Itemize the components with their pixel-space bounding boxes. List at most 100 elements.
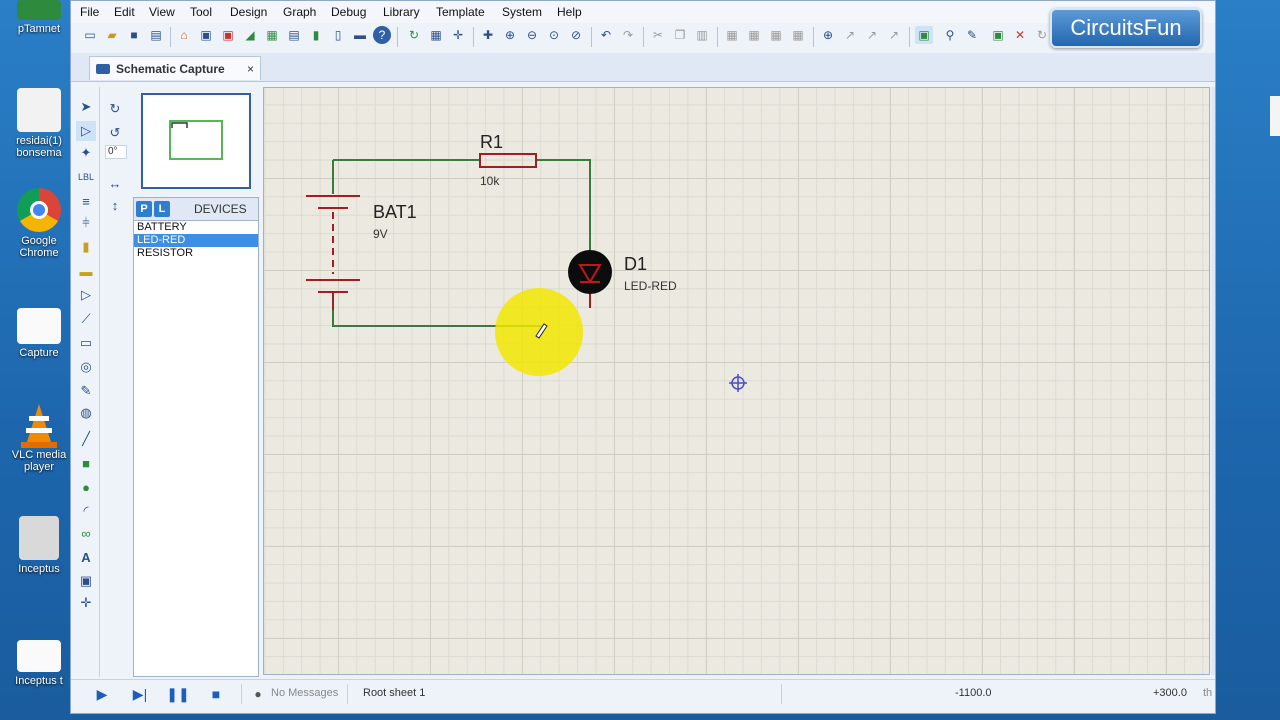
wire-label-icon[interactable]: LBL: [76, 167, 96, 187]
origin-icon[interactable]: ✛: [449, 26, 467, 44]
package-tool-icon[interactable]: ↗: [863, 26, 881, 44]
device-pins-icon[interactable]: ▷: [76, 285, 96, 305]
exit-to-parent-icon[interactable]: ↻: [1033, 26, 1051, 44]
menu-debug[interactable]: Debug: [331, 5, 366, 19]
search-icon[interactable]: ⚲: [941, 26, 959, 44]
menu-edit[interactable]: Edit: [114, 5, 135, 19]
zoom-area-icon[interactable]: ⊘: [567, 26, 585, 44]
open-folder-icon[interactable]: ▰: [103, 26, 121, 44]
rotate-clockwise-icon[interactable]: ↻: [105, 99, 125, 119]
gerber-icon[interactable]: ▦: [263, 26, 281, 44]
refresh-icon[interactable]: ↻: [405, 26, 423, 44]
menu-view[interactable]: View: [149, 5, 175, 19]
box-icon[interactable]: ■: [76, 453, 96, 473]
3d-view-icon[interactable]: ◢: [241, 26, 259, 44]
zoom-all-icon[interactable]: ⊙: [545, 26, 563, 44]
pan-icon[interactable]: ✚: [479, 26, 497, 44]
new-sheet-icon[interactable]: ▣: [989, 26, 1007, 44]
mirror-y-icon[interactable]: ↕: [105, 195, 125, 215]
step-icon[interactable]: ▶|: [131, 685, 149, 703]
device-item-resistor[interactable]: RESISTOR: [134, 247, 258, 260]
device-item-led-red[interactable]: LED-RED: [134, 234, 258, 247]
text-icon[interactable]: A: [76, 547, 96, 567]
tab-schematic-capture[interactable]: Schematic Capture ×: [89, 56, 261, 80]
menu-file[interactable]: File: [80, 5, 99, 19]
cut-icon[interactable]: ✂: [649, 26, 667, 44]
decompose-icon[interactable]: ↗: [885, 26, 903, 44]
block-delete-icon[interactable]: ▦: [789, 26, 807, 44]
pause-icon[interactable]: ❚❚: [166, 685, 189, 703]
menu-tool[interactable]: Tool: [190, 5, 212, 19]
menu-template[interactable]: Template: [436, 5, 485, 19]
buses-icon[interactable]: ⫩: [76, 213, 96, 233]
terminals-icon[interactable]: ▬: [76, 261, 96, 281]
virtual-instruments-icon[interactable]: ◍: [76, 403, 96, 423]
undo-icon[interactable]: ↶: [597, 26, 615, 44]
vertical-scrollbar[interactable]: [1211, 87, 1215, 675]
zoom-out-icon[interactable]: ⊖: [523, 26, 541, 44]
desktop-icon-1[interactable]: pTamnet: [6, 0, 72, 35]
text-script-icon[interactable]: ≡: [76, 191, 96, 211]
desktop-icon-doc[interactable]: Inceptus t: [6, 640, 72, 687]
schematic-icon[interactable]: ▣: [197, 26, 215, 44]
generator-mode-icon[interactable]: ◎: [76, 357, 96, 377]
copy-icon[interactable]: ❐: [671, 26, 689, 44]
mirror-x-icon[interactable]: ↔: [105, 173, 125, 193]
desktop-icon-inceptus[interactable]: Inceptus: [6, 516, 72, 575]
stop-icon[interactable]: ■: [207, 685, 225, 703]
subcircuit-icon[interactable]: ▮: [76, 237, 96, 257]
remove-sheet-icon[interactable]: ✕: [1011, 26, 1029, 44]
voltage-probe-icon[interactable]: ✎: [76, 381, 96, 401]
notes-icon[interactable]: ▯: [329, 26, 347, 44]
component-mode-icon[interactable]: ▷: [76, 121, 96, 141]
pick-device-icon[interactable]: ⊕: [819, 26, 837, 44]
desktop-icon-capture[interactable]: Capture: [6, 308, 72, 359]
import-icon[interactable]: ▤: [147, 26, 165, 44]
block-move-icon[interactable]: ▦: [745, 26, 763, 44]
desktop-icon-2[interactable]: residai(1) bonsema: [6, 88, 72, 159]
line-icon[interactable]: ╱: [76, 429, 96, 449]
source-code-icon[interactable]: ▮: [307, 26, 325, 44]
menu-graph[interactable]: Graph: [283, 5, 316, 19]
circle-icon[interactable]: ●: [76, 477, 96, 497]
zoom-in-icon[interactable]: ⊕: [501, 26, 519, 44]
device-item-battery[interactable]: BATTERY: [134, 221, 258, 234]
menu-library[interactable]: Library: [383, 5, 420, 19]
redo-icon[interactable]: ↷: [619, 26, 637, 44]
new-file-icon[interactable]: ▭: [81, 26, 99, 44]
make-device-icon[interactable]: ↗: [841, 26, 859, 44]
pick-devices-button[interactable]: P: [136, 201, 152, 217]
property-assign-icon[interactable]: ✎: [963, 26, 981, 44]
menu-design[interactable]: Design: [230, 5, 267, 19]
selection-mode-icon[interactable]: ➤: [76, 97, 96, 117]
design-explorer-icon[interactable]: ▬: [351, 26, 369, 44]
grid-icon[interactable]: ▦: [427, 26, 445, 44]
desktop-icon-vlc[interactable]: VLC media player: [6, 402, 72, 473]
home-icon[interactable]: ⌂: [175, 26, 193, 44]
path-icon[interactable]: ∞: [76, 523, 96, 543]
tape-recorder-icon[interactable]: ▭: [76, 333, 96, 353]
close-icon[interactable]: ×: [247, 62, 254, 76]
pcb-icon[interactable]: ▣: [219, 26, 237, 44]
graph-mode-icon[interactable]: ⟋: [76, 309, 96, 329]
play-icon[interactable]: ▶: [93, 685, 111, 703]
block-copy-icon[interactable]: ▦: [723, 26, 741, 44]
bom-icon[interactable]: ▤: [285, 26, 303, 44]
help-icon[interactable]: ?: [373, 26, 391, 44]
wire-autorouter-icon[interactable]: ▣: [915, 26, 933, 44]
desktop-icon-chrome[interactable]: Google Chrome: [6, 188, 72, 259]
menu-system[interactable]: System: [502, 5, 542, 19]
menu-help[interactable]: Help: [557, 5, 582, 19]
paste-icon[interactable]: ▥: [693, 26, 711, 44]
rotation-angle-field[interactable]: 0°: [105, 145, 127, 159]
library-manager-button[interactable]: L: [154, 201, 170, 217]
junction-dot-icon[interactable]: ✦: [76, 143, 96, 163]
symbol-icon[interactable]: ▣: [76, 571, 96, 591]
marker-icon[interactable]: ✛: [76, 593, 96, 613]
status-messages[interactable]: No Messages: [271, 687, 338, 699]
schematic-canvas[interactable]: R1 10k BAT1 9V D1 LED-RED: [263, 87, 1210, 675]
save-icon[interactable]: ■: [125, 26, 143, 44]
block-rotate-icon[interactable]: ▦: [767, 26, 785, 44]
overview-window[interactable]: [141, 93, 251, 189]
arc-icon[interactable]: ◜: [76, 501, 96, 521]
